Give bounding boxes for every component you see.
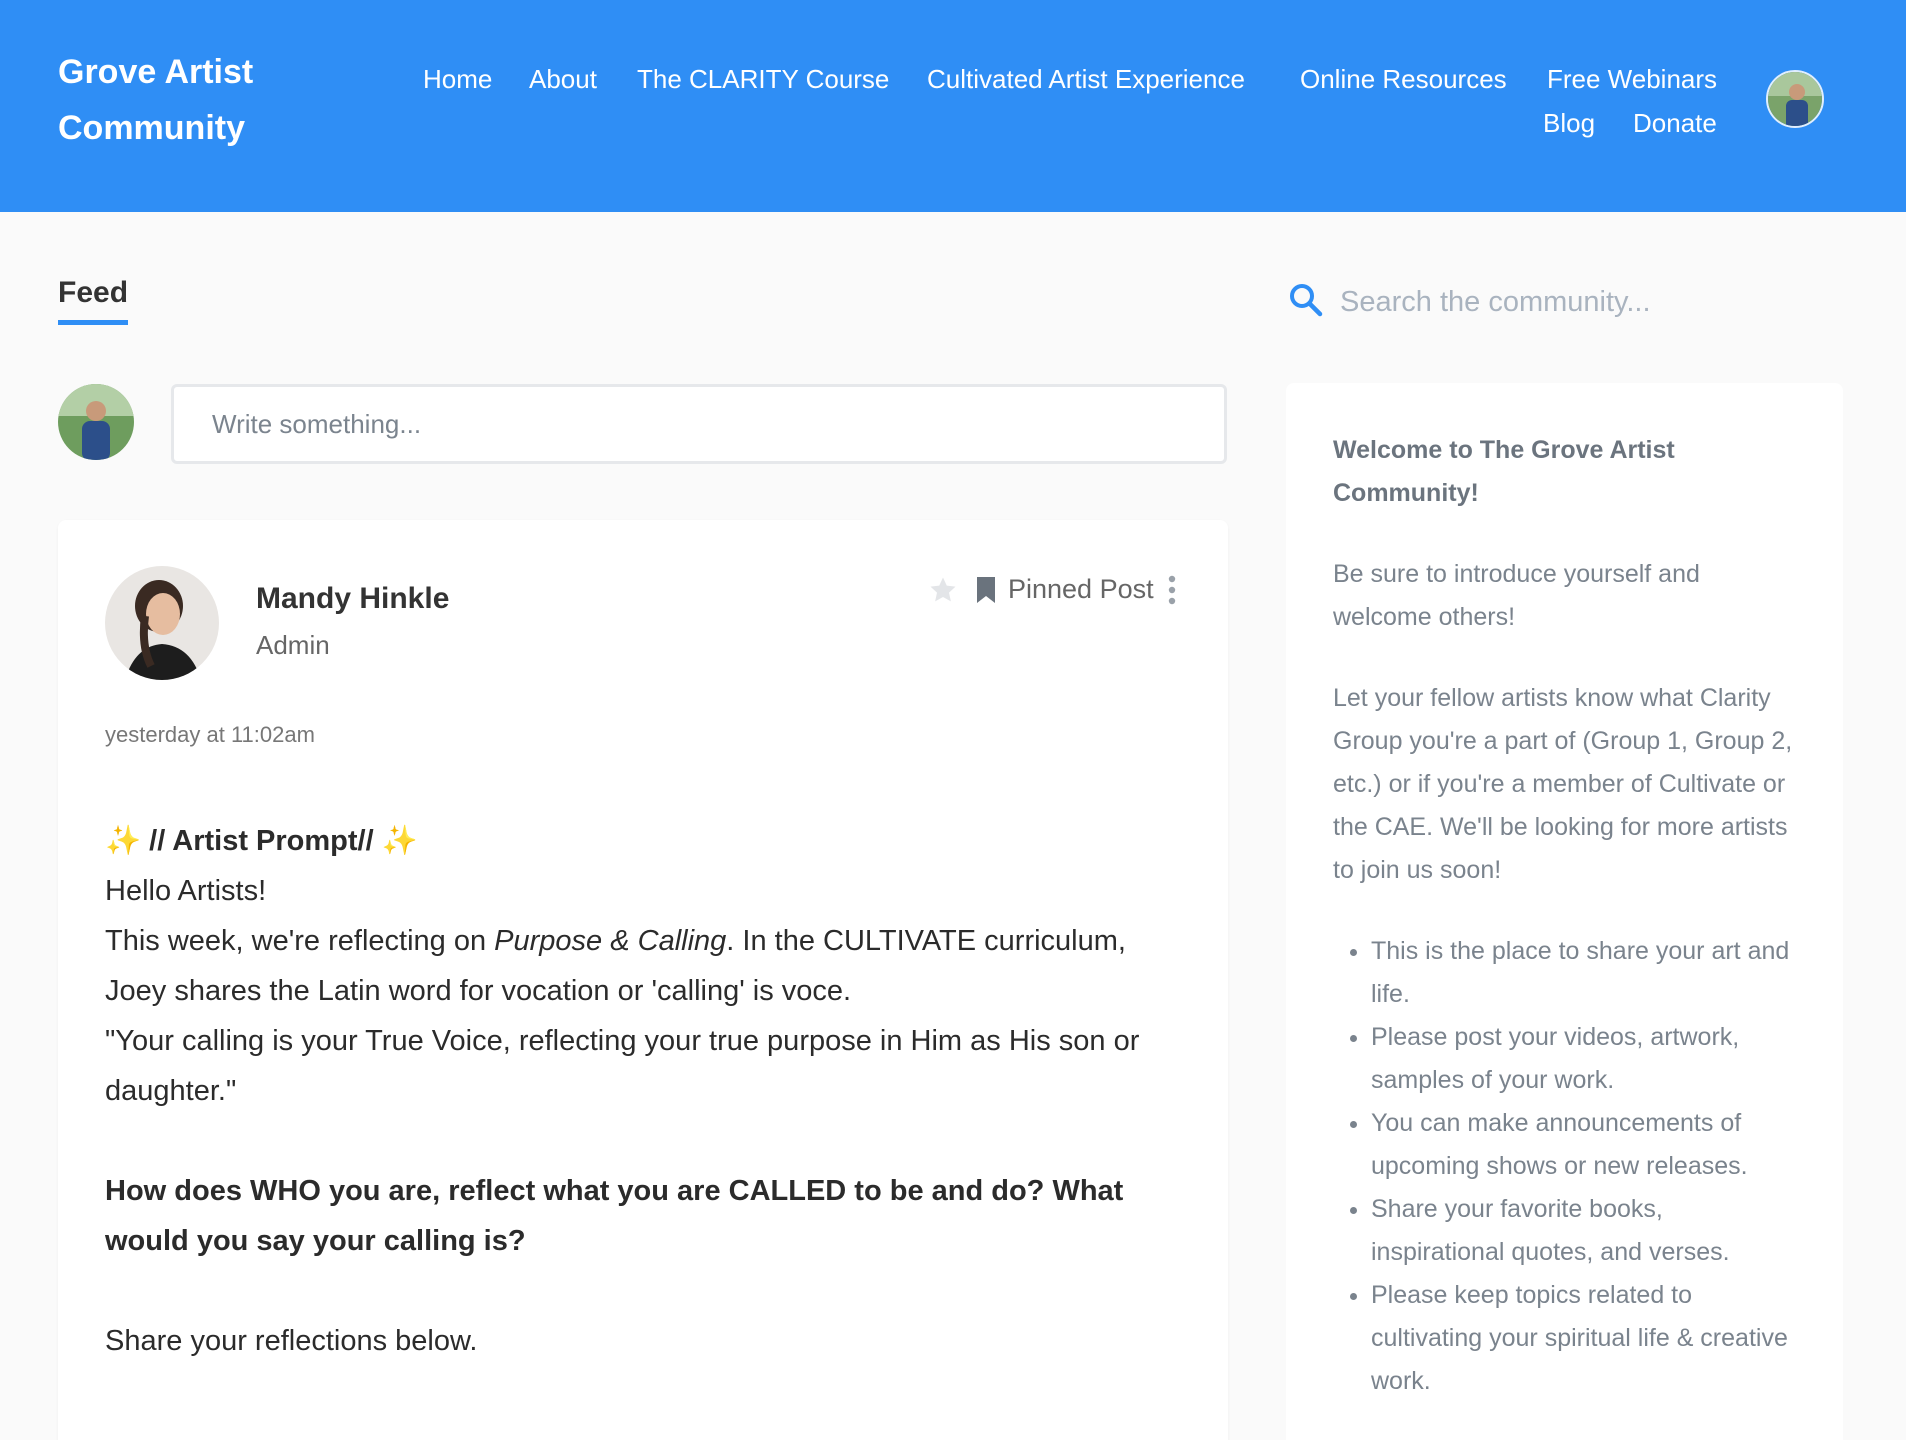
welcome-sidebar-card: Welcome to The Grove Artist Community! B… (1286, 383, 1843, 1440)
star-icon[interactable] (928, 575, 958, 605)
search-icon[interactable] (1288, 282, 1324, 318)
author-avatar[interactable] (105, 566, 219, 680)
list-item: This is the place to share your art and … (1371, 930, 1803, 1016)
post-question: How does WHO you are, reflect what you a… (105, 1175, 1124, 1257)
post-timestamp[interactable]: yesterday at 11:02am (105, 722, 315, 748)
nav-free-webinars[interactable]: Free Webinars (1547, 63, 1717, 95)
post-emphasis: Purpose & Calling (494, 925, 727, 957)
more-options-icon[interactable] (1166, 574, 1178, 606)
pinned-post-label: Pinned Post (1008, 574, 1154, 604)
composer-input[interactable] (171, 384, 1227, 464)
sparkle-icon: ✨ (381, 825, 418, 857)
composer-avatar (58, 384, 134, 460)
welcome-title: Welcome to The Grove Artist Community! (1333, 436, 1675, 507)
nav-donate[interactable]: Donate (1633, 107, 1717, 139)
welcome-paragraph: Let your fellow artists know what Clarit… (1333, 684, 1793, 884)
post-text: This week, we're reflecting on (105, 925, 495, 957)
search-input[interactable] (1340, 280, 1840, 324)
list-item: Please post your videos, artwork, sample… (1371, 1016, 1803, 1102)
tab-active-indicator (58, 320, 128, 325)
prompt-title-text: // Artist Prompt// (141, 825, 382, 857)
post-greeting: Hello Artists! (105, 875, 267, 907)
user-avatar[interactable] (1766, 70, 1824, 128)
list-item: Please keep topics related to cultivatin… (1371, 1274, 1803, 1403)
nav-blog[interactable]: Blog (1543, 107, 1595, 139)
post-body: ✨ // Artist Prompt// ✨ Hello Artists! Th… (105, 816, 1185, 1366)
nav-cultivated-artist-experience[interactable]: Cultivated Artist Experience (927, 63, 1245, 95)
welcome-content: Welcome to The Grove Artist Community! B… (1333, 429, 1803, 1403)
site-brand[interactable]: Grove Artist Community (58, 44, 318, 156)
site-header: Grove Artist Community Home About The CL… (0, 0, 1906, 212)
list-item: Share your favorite books, inspirational… (1371, 1188, 1803, 1274)
post-author-name[interactable]: Mandy Hinkle (256, 582, 449, 616)
bookmark-icon (977, 577, 995, 603)
post-author-role: Admin (256, 630, 330, 660)
tab-feed[interactable]: Feed (58, 274, 128, 312)
list-item: You can make announcements of upcoming s… (1371, 1102, 1803, 1188)
nav-online-resources[interactable]: Online Resources (1300, 63, 1507, 95)
guidelines-list: This is the place to share your art and … (1333, 930, 1803, 1403)
post-paragraph: This week, we're reflecting on Purpose &… (105, 916, 1185, 1016)
post-closing: Share your reflections below. (105, 1325, 478, 1357)
nav-about[interactable]: About (529, 63, 597, 95)
post-prompt-title: ✨ // Artist Prompt// ✨ (105, 816, 1185, 866)
nav-home[interactable]: Home (423, 63, 492, 95)
nav-clarity-course[interactable]: The CLARITY Course (637, 63, 889, 95)
welcome-intro: Be sure to introduce yourself and welcom… (1333, 560, 1700, 631)
pinned-post-card: Mandy Hinkle Admin Pinned Post yesterday… (58, 520, 1228, 1440)
sparkle-icon: ✨ (105, 825, 142, 857)
post-quote: "Your calling is your True Voice, reflec… (105, 1025, 1140, 1107)
